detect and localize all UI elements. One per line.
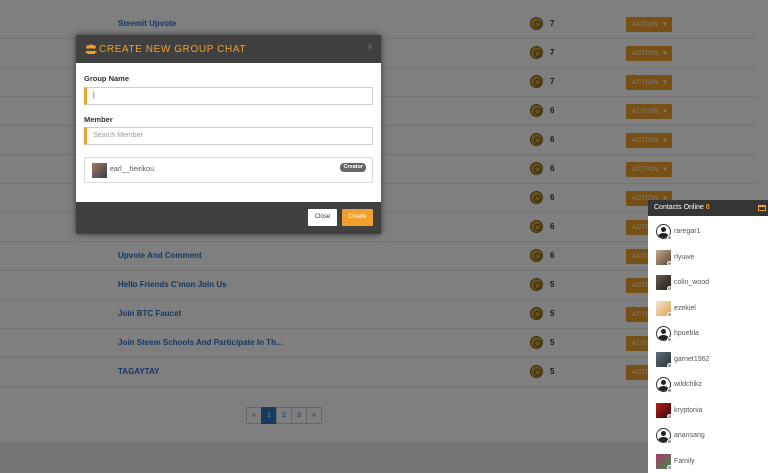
- status-dot-icon: [667, 286, 672, 291]
- contact-name: Family: [674, 457, 695, 465]
- member-search-input[interactable]: Search Member: [84, 127, 373, 145]
- contact-item[interactable]: kryptonia: [656, 402, 764, 419]
- status-dot-icon: [667, 260, 672, 266]
- status-dot-icon: [667, 439, 672, 444]
- group-name-label: Group Name: [84, 74, 130, 83]
- contact-item[interactable]: anansang: [656, 428, 764, 444]
- status-dot-icon: [667, 337, 672, 342]
- member-avatar: [92, 163, 107, 178]
- users-icon: [85, 44, 97, 54]
- status-dot-icon: [667, 464, 672, 470]
- status-dot-icon: [667, 362, 672, 368]
- contact-name: anansang: [674, 432, 705, 439]
- online-count: 0: [705, 204, 710, 211]
- contact-name: wildchikz: [674, 381, 703, 388]
- contact-name: garnet1962: [674, 355, 710, 363]
- status-dot-icon: [667, 311, 672, 317]
- contact-name: rlyuwe: [674, 253, 695, 261]
- contact-name: colin_wood: [674, 279, 710, 286]
- close-icon[interactable]: ×: [367, 42, 373, 53]
- member-label: Member: [84, 115, 113, 124]
- group-name-input[interactable]: |: [84, 87, 373, 105]
- minimize-icon[interactable]: [758, 205, 766, 211]
- contacts-header[interactable]: Contacts Online 0: [648, 200, 768, 216]
- close-button[interactable]: Close: [308, 209, 337, 226]
- create-button[interactable]: Create: [342, 209, 373, 226]
- contact-name: ezekiel: [674, 304, 696, 312]
- contact-item[interactable]: raregar1: [656, 224, 764, 240]
- status-dot-icon: [667, 413, 672, 419]
- status-dot-icon: [667, 235, 672, 240]
- contact-item[interactable]: wildchikz: [656, 377, 764, 393]
- contact-name: kryptonia: [674, 406, 703, 414]
- contact-item[interactable]: rlyuwe: [656, 249, 764, 266]
- modal-title: CREATE NEW GROUP CHAT: [99, 44, 247, 55]
- contact-item[interactable]: colin_wood: [656, 275, 764, 291]
- contacts-title: Contacts Online: [654, 204, 704, 211]
- contact-name: hpuebla: [674, 330, 699, 337]
- modal-footer: Close Create: [76, 202, 381, 234]
- create-group-chat-modal: CREATE NEW GROUP CHAT × Group Name | Mem…: [76, 35, 381, 234]
- contact-item[interactable]: hpuebla: [656, 326, 764, 342]
- member-list-item: earl__heirikou Creator: [84, 157, 373, 183]
- contact-item[interactable]: garnet1962: [656, 351, 764, 368]
- contacts-panel: Contacts Online 0 raregar1 rlyuwe colin_wo…: [648, 200, 768, 473]
- modal-header: CREATE NEW GROUP CHAT ×: [76, 35, 381, 63]
- contact-item[interactable]: Family: [656, 453, 764, 470]
- contact-name: raregar1: [674, 228, 701, 235]
- contact-item[interactable]: ezekiel: [656, 300, 764, 317]
- status-dot-icon: [667, 388, 672, 393]
- member-name: earl__heirikou: [110, 166, 154, 173]
- creator-badge: Creator: [340, 163, 366, 172]
